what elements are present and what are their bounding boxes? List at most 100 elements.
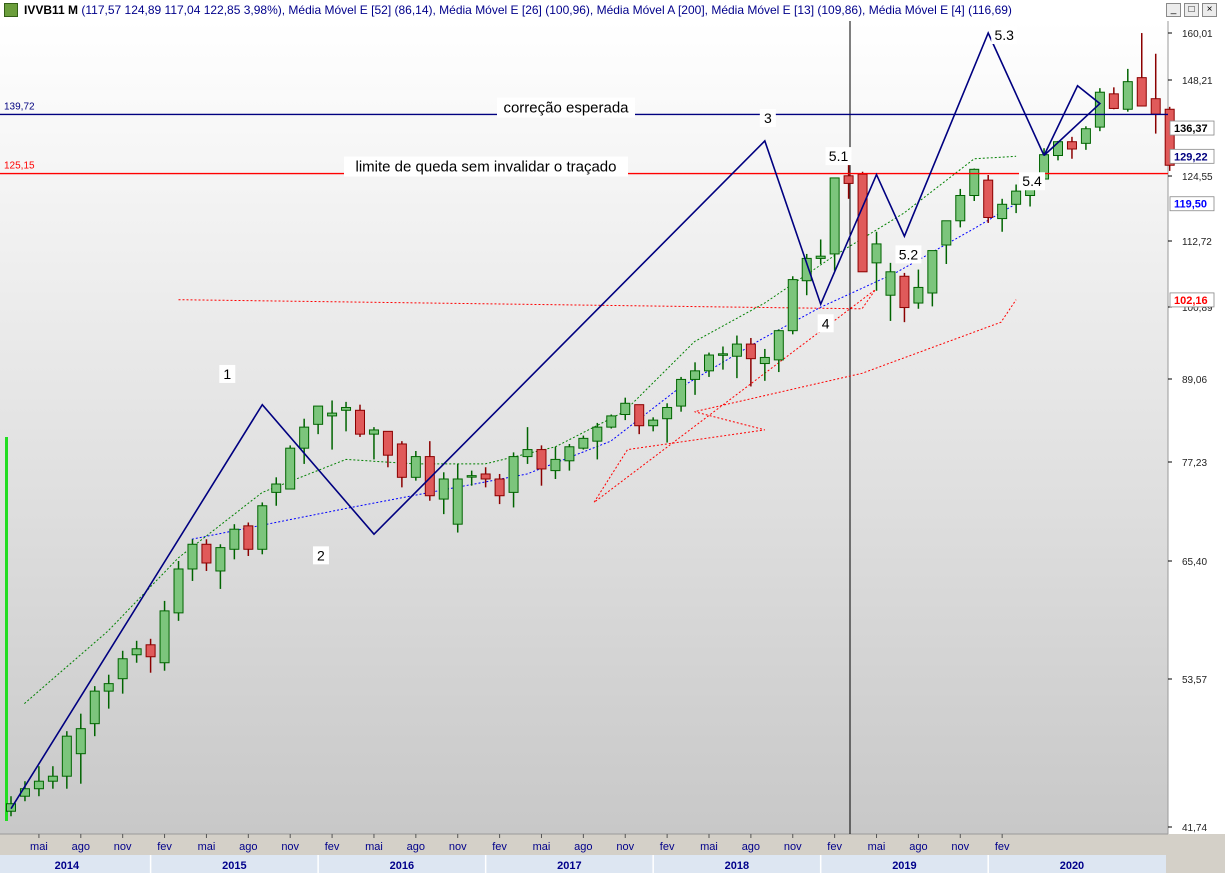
candle-body	[1080, 128, 1091, 144]
candle-body	[382, 430, 393, 456]
candle-body	[662, 406, 673, 420]
annotation-label: limite de queda sem invalidar o traçado	[356, 159, 617, 176]
candle-body	[159, 610, 170, 664]
candle-body	[508, 456, 519, 493]
candle-body	[327, 412, 338, 417]
close-button[interactable]: ×	[1202, 3, 1217, 17]
candle-body	[1136, 77, 1147, 107]
candle-body	[550, 458, 561, 472]
month-label: nov	[616, 841, 634, 853]
candle-body	[648, 419, 659, 427]
wave-label: 2	[317, 547, 325, 563]
candle-body	[355, 409, 365, 435]
chart-titlebar: IVVB11 M (117,57 124,89 117,04 122,85 3,…	[0, 0, 1225, 22]
restore-button[interactable]: □	[1184, 3, 1199, 17]
wave-label: 5.2	[899, 246, 919, 262]
month-label: mai	[198, 841, 216, 853]
candle-body	[257, 505, 268, 550]
price-tag-label: 136,37	[1174, 123, 1208, 135]
wave-label: 5.3	[994, 27, 1014, 43]
candle-body	[843, 175, 854, 184]
minimize-button[interactable]: _	[1166, 3, 1181, 17]
candle-body	[285, 447, 296, 490]
price-axis-label: 77,23	[1182, 458, 1207, 469]
price-tag-label: 129,22	[1174, 151, 1208, 163]
month-label: mai	[365, 841, 383, 853]
candle-body	[1066, 141, 1077, 150]
month-label: fev	[827, 841, 842, 853]
candle-body	[717, 353, 728, 356]
candle-body	[187, 543, 198, 570]
year-label: 2019	[892, 860, 916, 872]
month-label: ago	[742, 841, 760, 853]
candle-body	[773, 330, 784, 361]
candle-body	[61, 735, 72, 777]
plot-background	[0, 21, 1168, 834]
price-axis-label: 41,74	[1182, 823, 1207, 834]
candle-body	[103, 683, 114, 692]
candle-body	[75, 728, 86, 755]
candle-body	[201, 543, 212, 564]
month-label: nov	[114, 841, 132, 853]
year-label: 2016	[390, 860, 414, 872]
wave-label: 5.1	[829, 148, 849, 164]
candle-body	[215, 547, 226, 572]
price-axis-label: 53,57	[1182, 675, 1207, 686]
indicators-label: , Média Móvel E [52] (86,14), Média Móve…	[281, 3, 1012, 17]
candle-body	[33, 780, 44, 790]
price-axis-label: 148,21	[1182, 76, 1213, 87]
candle-body	[313, 405, 324, 425]
candle-body	[676, 378, 687, 407]
candle-body	[396, 443, 407, 478]
price-tag-label: 102,16	[1174, 295, 1208, 307]
candle-body	[452, 478, 463, 525]
candle-body	[1011, 190, 1022, 205]
candle-body	[131, 648, 142, 656]
candle-body	[899, 275, 910, 309]
annotation-label: correção esperada	[503, 99, 629, 116]
year-label: 2015	[222, 860, 246, 872]
candle-body	[1053, 141, 1063, 157]
candle-body	[117, 658, 128, 680]
price-chart[interactable]: 139,72 correção esperada 125,15 limite de q…	[0, 21, 1225, 873]
candle-body	[438, 478, 449, 500]
candle-body	[620, 402, 631, 416]
volume-marker	[5, 437, 8, 821]
candle-body	[480, 473, 491, 480]
candle-body	[871, 243, 882, 264]
year-label: 2014	[55, 860, 80, 872]
year-label: 2017	[557, 860, 581, 872]
wave-label: 1	[223, 366, 231, 382]
year-label: 2018	[725, 860, 749, 872]
candle-body	[368, 429, 379, 435]
candle-body	[536, 449, 547, 470]
candle-body	[1150, 98, 1161, 115]
candle-body	[731, 343, 742, 357]
month-label: ago	[574, 841, 592, 853]
month-label: nov	[951, 841, 969, 853]
candle-body	[494, 478, 505, 497]
candle-body	[927, 250, 938, 294]
month-label: mai	[868, 841, 886, 853]
candle-body	[578, 437, 589, 449]
symbol-label: IVVB11 M	[24, 3, 79, 17]
candle-body	[466, 475, 477, 478]
candle-body	[592, 426, 603, 442]
month-label: mai	[533, 841, 551, 853]
candle-body	[145, 644, 156, 658]
candle-body	[341, 406, 352, 411]
candle-body	[787, 279, 798, 332]
candle-body	[857, 173, 868, 273]
candle-body	[1122, 81, 1133, 110]
price-axis-label: 89,06	[1182, 375, 1207, 386]
candle-body	[1094, 91, 1105, 128]
candle-body	[941, 220, 952, 246]
month-label: fev	[492, 841, 507, 853]
candle-body	[983, 179, 994, 218]
month-label: mai	[700, 841, 718, 853]
candle-body	[606, 415, 617, 428]
candle-body	[885, 271, 896, 296]
candle-body	[745, 343, 756, 360]
ohlc-label: (117,57 124,89 117,04 122,85 3,98%)	[81, 3, 282, 17]
candle-body	[522, 449, 533, 458]
